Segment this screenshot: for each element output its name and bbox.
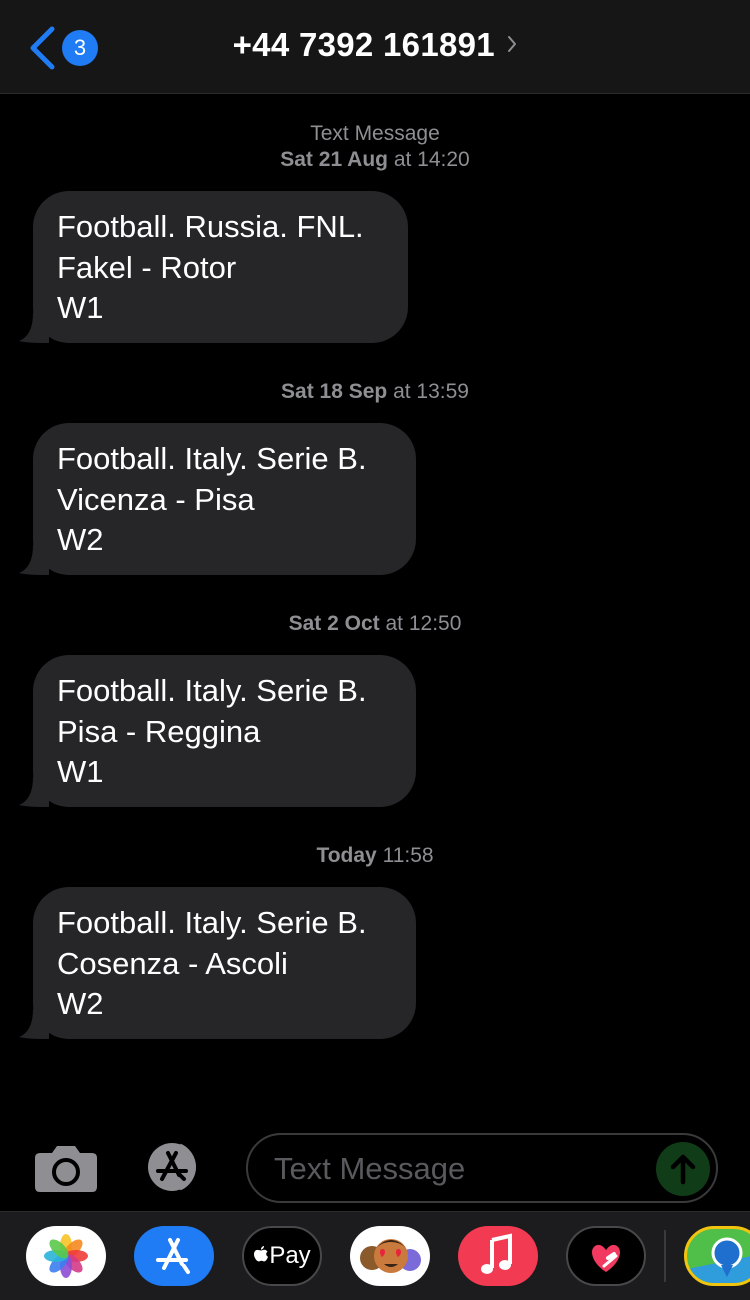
- message-type-label: Text Message: [310, 122, 440, 145]
- music-app-button[interactable]: [458, 1226, 538, 1286]
- memoji-app-button[interactable]: [350, 1226, 430, 1286]
- message-timestamp: Sat 2 Oct at 12:50: [0, 611, 750, 637]
- location-pin-icon: [687, 1237, 750, 1283]
- apple-pay-label: Pay: [244, 1228, 320, 1284]
- timestamp-time: at 12:50: [379, 612, 462, 635]
- memoji-icon: [360, 1239, 421, 1273]
- timestamp-date: Sat 2 Oct: [288, 612, 380, 635]
- timestamp-date: Sat 21 Aug: [280, 148, 388, 171]
- photos-app-button[interactable]: [26, 1226, 106, 1286]
- message-bubble[interactable]: Football. Italy. Serie B. Pisa - Reggina…: [19, 655, 416, 807]
- bubble-tail: [19, 313, 49, 343]
- message-text-line: Football. Italy. Serie B.: [57, 905, 367, 940]
- message-timestamp: Today 11:58: [0, 843, 750, 869]
- message-timestamp: Text Message Sat 21 Aug at 14:20: [0, 121, 750, 173]
- timestamp-time: at 14:20: [388, 148, 470, 171]
- message-text-line: Vicenza - Pisa: [57, 481, 255, 517]
- heart-icon: [592, 1244, 620, 1272]
- message-bubble[interactable]: Football. Italy. Serie B. Cosenza - Asco…: [19, 887, 416, 1039]
- message-text-line: Cosenza - Ascoli: [57, 945, 288, 981]
- contact-title[interactable]: +44 7392 161891: [0, 26, 750, 64]
- message-text-line: Football. Russia. FNL.: [57, 209, 364, 244]
- app-store-a-icon: [156, 1238, 190, 1274]
- send-button[interactable]: [656, 1142, 710, 1196]
- photos-icon: [44, 1234, 88, 1278]
- timestamp-time: at 13:59: [387, 380, 469, 403]
- contact-phone-number: +44 7392 161891: [232, 26, 495, 63]
- message-bubble[interactable]: Football. Russia. FNL. Fakel - Rotor W1: [19, 191, 408, 343]
- conversation-header: 3 +44 7392 161891: [0, 0, 750, 94]
- camera-button[interactable]: [34, 1143, 98, 1193]
- message-text-line: W1: [57, 290, 104, 325]
- app-strip-divider: [664, 1230, 666, 1282]
- message-text-line: W2: [57, 986, 104, 1021]
- bubble-tail: [19, 545, 49, 575]
- timestamp-time: 11:58: [376, 844, 434, 867]
- message-text-line: Football. Italy. Serie B.: [57, 673, 367, 708]
- apple-logo-icon: [254, 1246, 269, 1262]
- maps-app-button[interactable]: [684, 1226, 750, 1286]
- arrow-up-icon: [670, 1154, 696, 1185]
- app-store-app-button[interactable]: [134, 1226, 214, 1286]
- music-note-icon: [481, 1233, 512, 1274]
- camera-icon: [35, 1146, 97, 1192]
- message-text-line: W1: [57, 754, 104, 789]
- bubble-tail: [19, 1009, 49, 1039]
- imessage-app-strip: Pay: [0, 1211, 750, 1300]
- message-text-line: W2: [57, 522, 104, 557]
- bubble-tail: [19, 777, 49, 807]
- message-timestamp: Sat 18 Sep at 13:59: [0, 379, 750, 405]
- timestamp-date: Sat 18 Sep: [281, 380, 388, 403]
- timestamp-date: Today: [316, 844, 377, 867]
- message-compose-field[interactable]: [246, 1133, 718, 1203]
- app-store-icon: [148, 1143, 196, 1191]
- digital-touch-app-button[interactable]: [566, 1226, 646, 1286]
- apple-pay-app-button[interactable]: Pay: [242, 1226, 322, 1286]
- message-bubble[interactable]: Football. Italy. Serie B. Vicenza - Pisa…: [19, 423, 416, 575]
- message-text-line: Football. Italy. Serie B.: [57, 441, 367, 476]
- app-store-drawer-button[interactable]: [140, 1141, 212, 1193]
- apple-pay-text: Pay: [269, 1242, 311, 1269]
- message-input[interactable]: [272, 1147, 646, 1191]
- message-text-line: Pisa - Reggina: [57, 713, 261, 749]
- chevron-right-icon: [508, 36, 517, 52]
- message-text-line: Fakel - Rotor: [57, 249, 237, 285]
